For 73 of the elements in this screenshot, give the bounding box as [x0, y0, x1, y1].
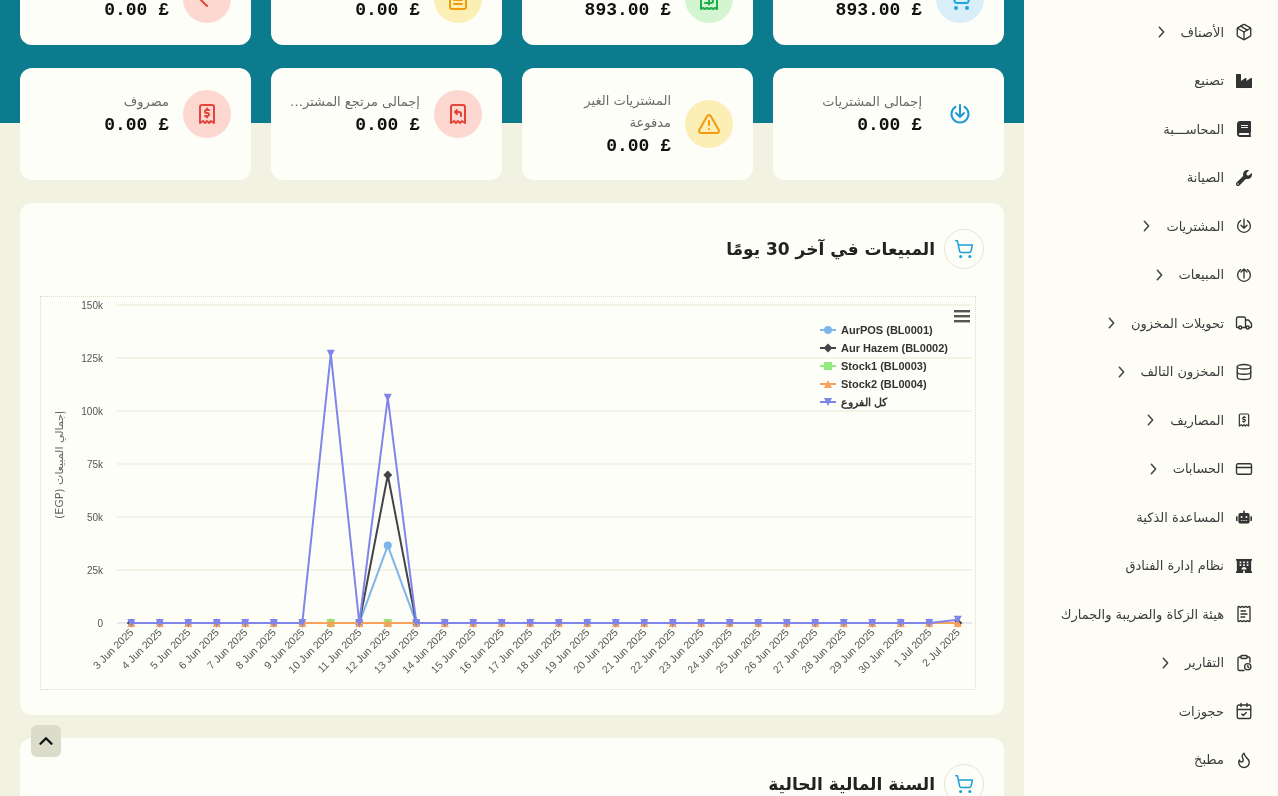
- truck-icon: [1235, 314, 1253, 333]
- download-icon: [1235, 217, 1253, 236]
- sidebar-item[interactable]: المبيعات: [1024, 250, 1278, 299]
- card-amount: 0.00 £: [857, 114, 922, 137]
- card-title: المشتريات الغير مدفوعة: [584, 92, 671, 133]
- axis-label: 50k: [86, 511, 103, 523]
- card-amount: 893.00 £: [584, 0, 671, 22]
- square-marker-icon: [819, 362, 837, 370]
- point: [383, 541, 392, 550]
- dollar-receipt-icon: [183, 90, 231, 138]
- axis-label: 0: [97, 617, 103, 629]
- sidebar-item[interactable]: المساعدة الذكية: [1024, 493, 1278, 542]
- sidebar-item[interactable]: نظام إدارة الفنادق: [1024, 541, 1278, 590]
- clipboard-clock-icon: [1235, 653, 1253, 672]
- card-title: إجمالى المشتريات: [822, 93, 922, 111]
- legend-label: Aur Hazem (BL0002): [841, 342, 949, 354]
- card-amount: 0.00 £: [355, 114, 420, 137]
- triangle-marker-icon: [819, 398, 837, 406]
- sidebar-item[interactable]: حجوزات: [1024, 687, 1278, 736]
- legend-item[interactable]: Aur Hazem (BL0002): [819, 342, 948, 354]
- axis-title: إجمالي المبيعات (EGP): [53, 410, 66, 520]
- warning-icon: [685, 100, 733, 148]
- sidebar-item[interactable]: الأصناف: [1024, 8, 1278, 57]
- axis-label: 150k: [81, 299, 103, 311]
- database-icon: [1235, 362, 1253, 381]
- triangle-marker-icon: [819, 380, 837, 388]
- card-title: مصروف: [123, 93, 169, 112]
- receipt-icon: [1235, 605, 1253, 624]
- calendar-check-icon: [1235, 702, 1253, 721]
- card-amount: 0.00 £: [355, 0, 420, 22]
- sidebar-item[interactable]: المحاســـبة: [1024, 105, 1278, 154]
- building-icon: [1235, 556, 1253, 575]
- sidebar-item[interactable]: تصنيع: [1024, 56, 1278, 105]
- flame-icon: [1235, 750, 1253, 769]
- circle-marker-icon: [819, 326, 837, 334]
- legend-item[interactable]: AurPOS (BL0001): [819, 324, 933, 336]
- axis-label: 25k: [86, 564, 103, 576]
- diamond-marker-icon: [819, 343, 837, 353]
- cart-icon: [944, 229, 984, 269]
- legend-item[interactable]: Stock2 (BL0004): [819, 378, 927, 390]
- card-amount: 0.00 £: [104, 114, 169, 137]
- axis-label: 75k: [86, 458, 103, 470]
- legend-item[interactable]: Stock1 (BL0003): [819, 360, 927, 372]
- card-amount: 893.00 £: [835, 0, 922, 22]
- sidebar-item[interactable]: المخزون التالف: [1024, 347, 1278, 396]
- upload-icon: [1235, 265, 1253, 284]
- sidebar-item[interactable]: هيئة الزكاة والضريبة والجمارك: [1024, 590, 1278, 639]
- sidebar-item[interactable]: تحويلات المخزون: [1024, 299, 1278, 348]
- sidebar-item[interactable]: مطبخ: [1024, 735, 1278, 784]
- card-amount: 0.00 £: [104, 0, 169, 22]
- legend-label: كل الفروع: [841, 396, 889, 409]
- card-title: إجمالى مرتجع المشتر…: [289, 93, 420, 112]
- axis-label: 100k: [81, 405, 103, 417]
- sidebar-item[interactable]: الصيانة: [1024, 153, 1278, 202]
- menu-icon[interactable]: [954, 310, 970, 323]
- book-icon: [1235, 120, 1253, 139]
- robot-icon: [1235, 508, 1253, 527]
- wrench-icon: [1235, 168, 1253, 187]
- sidebar-item[interactable]: المصاريف: [1024, 396, 1278, 445]
- legend-label: Stock2 (BL0004): [841, 378, 927, 390]
- sidebar-item[interactable]: التقارير: [1024, 638, 1278, 687]
- section-title: المبيعات في آخر 30 يومًا: [726, 239, 935, 259]
- card-amount: 0.00 £: [606, 135, 671, 158]
- legend-item[interactable]: كل الفروع: [819, 396, 888, 408]
- sidebar-item[interactable]: المشتريات: [1024, 202, 1278, 251]
- sidebar-item[interactable]: الحسابات: [1024, 444, 1278, 493]
- legend-label: AurPOS (BL0001): [841, 324, 934, 336]
- legend-label: Stock1 (BL0003): [841, 360, 927, 372]
- factory-icon: [1235, 71, 1253, 90]
- scroll-top-button[interactable]: [31, 725, 61, 757]
- section-title: السنة المالية الحالية: [768, 774, 935, 794]
- axis-label: 125k: [81, 352, 103, 364]
- box-icon: [1235, 23, 1253, 42]
